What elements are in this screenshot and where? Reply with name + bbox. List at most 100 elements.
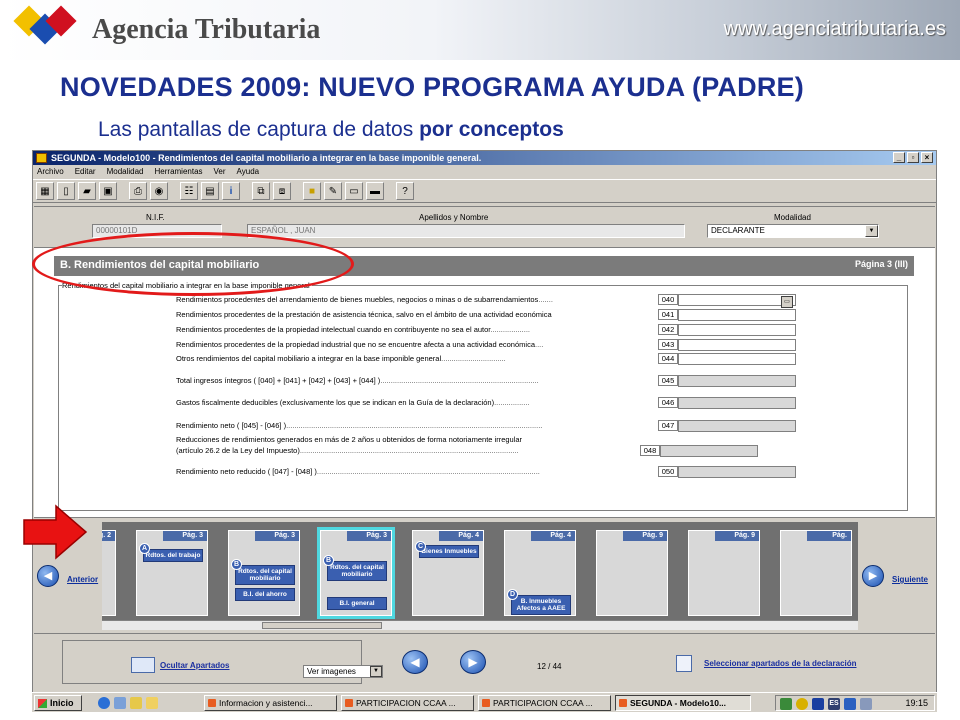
thumb-rdtos-trabajo[interactable]: Pág. 3 Rdtos. del trabajo A [136,530,208,616]
system-tray: ES 19:15 [775,695,935,711]
detail-button[interactable]: ▭ [781,296,793,308]
row-042: Rendimientos procedentes de la propiedad… [176,325,530,334]
input-042[interactable] [678,324,796,336]
folder-icon[interactable] [130,697,142,709]
next-link[interactable]: Siguiente [892,575,928,584]
menu-editar[interactable]: Editar [75,165,96,179]
next-arrow-icon[interactable]: ▶ [862,565,884,587]
menu-modalidad[interactable]: Modalidad [107,165,144,179]
row-047: Rendimiento neto ( [045] - [046] )......… [176,421,543,430]
thumb-page-next[interactable]: Pág. [780,530,852,616]
print-icon[interactable]: ⎙ [129,182,147,200]
chip-bi-general: B.I. general [327,597,387,610]
window-icon[interactable]: ▬ [366,182,384,200]
ie-icon[interactable] [98,697,110,709]
view-options-box: Ocultar Apartados Ver imagenes ▼ [62,640,383,684]
name-field: ESPAÑOL , JUAN [247,224,685,238]
tools-icon[interactable]: ✎ [324,182,342,200]
open-folder-icon[interactable]: ▰ [78,182,96,200]
row-043: Rendimientos procedentes de la propiedad… [176,340,544,349]
save-icon[interactable]: ▣ [99,182,117,200]
windows-taskbar: Inicio Informacion y asistenci... PARTIC… [32,692,937,712]
section-title: B. Rendimientos del capital mobiliario [60,259,260,271]
chevron-down-icon[interactable]: ▼ [370,666,382,677]
preview-icon[interactable]: ◉ [150,182,168,200]
copy-icon[interactable]: ⧉ [252,182,270,200]
menu-ver[interactable]: Ver [214,165,226,179]
prev-arrow-icon[interactable]: ◀ [37,565,59,587]
code-046: 046 [658,397,678,408]
select-sections-link[interactable]: Seleccionar apartados de la declaración [704,659,857,668]
tray-app-icon[interactable] [780,698,792,710]
list-icon [676,655,692,672]
thumb-capital-general[interactable]: Pág. 3 Rdtos. del capital mobiliario B B… [317,527,395,619]
view-select-value: Ver imagenes [307,667,356,676]
clock: 19:15 [905,698,928,708]
slide-title: NOVEDADES 2009: NUEVO PROGRAMA AYUDA (PA… [60,72,804,102]
tray-network-icon[interactable] [844,698,856,710]
tray-sun-icon[interactable] [796,698,808,710]
thumb-capital-ahorro[interactable]: Pág. 3 Rdtos. del capital mobiliario B B… [228,530,300,616]
thumb-page-9b[interactable]: Pág. 9 [688,530,760,616]
chip-capital-mobiliario: Rdtos. del capital mobiliario [235,565,295,585]
menu-archivo[interactable]: Archivo [37,165,64,179]
thumb-page-9a[interactable]: Pág. 9 [596,530,668,616]
thumb-inmuebles-afectos[interactable]: Pág. 4 B. Inmuebles Afectos a AAEE D [504,530,576,616]
view-select[interactable]: Ver imagenes ▼ [303,665,383,678]
help-icon[interactable]: ? [396,182,414,200]
subtitle-plain: Las pantallas de captura de datos [98,118,420,141]
form-icon[interactable]: ▭ [345,182,363,200]
task-participacion-2[interactable]: PARTICIPACION CCAA ... [478,695,611,711]
prev-page-icon[interactable]: ◀ [402,650,428,674]
task-informacion[interactable]: Informacion y asistenci... [204,695,337,711]
menu-herramientas[interactable]: Herramientas [155,165,203,179]
prev-link[interactable]: Anterior [67,575,98,584]
task-participacion-1[interactable]: PARTICIPACION CCAA ... [341,695,474,711]
note-icon[interactable] [146,697,158,709]
info-icon[interactable]: i [222,182,240,200]
paste-icon[interactable]: ⧈ [273,182,291,200]
chip-inmuebles-afectos: B. Inmuebles Afectos a AAEE [511,595,571,615]
nif-field: 00000101D [92,224,222,238]
calc-icon[interactable]: ▤ [201,182,219,200]
next-page-icon[interactable]: ▶ [460,650,486,674]
task-segunda-modelo[interactable]: SEGUNDA - Modelo10... [615,695,751,711]
window-titlebar[interactable]: SEGUNDA - Modelo100 - Rendimientos del c… [33,151,936,165]
new-file-icon[interactable]: ▯ [57,182,75,200]
code-044: 044 [658,353,678,364]
minimize-button[interactable]: _ [893,152,905,163]
chip-rdtos-trabajo: Rdtos. del trabajo [143,549,203,562]
menu-bar: Archivo Editar Modalidad Herramientas Ve… [33,165,936,179]
code-040: 040 [658,294,678,305]
slide-banner: Agencia Tributaria www.agenciatributaria… [0,0,960,60]
modalidad-select[interactable]: DECLARANTE ▼ [707,224,879,238]
input-044[interactable] [678,353,796,365]
tray-shield-icon[interactable] [812,698,824,710]
tray-volume-icon[interactable] [860,698,872,710]
thumb-page-2[interactable]: Pág. 2 [102,530,116,616]
toolbar: ▦ ▯ ▰ ▣ ⎙ ◉ ☷ ▤ i ⧉ ⧈ ■ ✎ ▭ ▬ ? [33,179,936,203]
horizontal-scrollbar[interactable] [102,620,858,630]
maximize-button[interactable]: ▫ [907,152,919,163]
start-button[interactable]: Inicio [34,695,82,711]
input-040[interactable] [678,294,796,306]
menu-ayuda[interactable]: Ayuda [237,165,260,179]
summary-icon[interactable]: ☷ [180,182,198,200]
thumb-bienes-inmuebles[interactable]: Pág. 4 Bienes Inmuebles C [412,530,484,616]
code-050: 050 [658,466,678,477]
close-button[interactable]: × [921,152,933,163]
letter-b-icon: B [231,559,242,570]
page-counter: 12 / 44 [537,662,562,671]
yellow-folder-icon[interactable]: ■ [303,182,321,200]
calculator-icon[interactable]: ▦ [36,182,54,200]
row-050: Rendimiento neto reducido ( [047] - [048… [176,467,540,476]
input-043[interactable] [678,339,796,351]
input-041[interactable] [678,309,796,321]
hide-sections-link[interactable]: Ocultar Apartados [160,661,230,670]
desktop-icon[interactable] [114,697,126,709]
chevron-down-icon[interactable]: ▼ [865,225,878,237]
language-indicator[interactable]: ES [828,698,840,710]
code-041: 041 [658,309,678,320]
agency-url: www.agenciatributaria.es [723,18,946,40]
row-045: Total ingresos íntegros ( [040] + [041] … [176,376,539,385]
